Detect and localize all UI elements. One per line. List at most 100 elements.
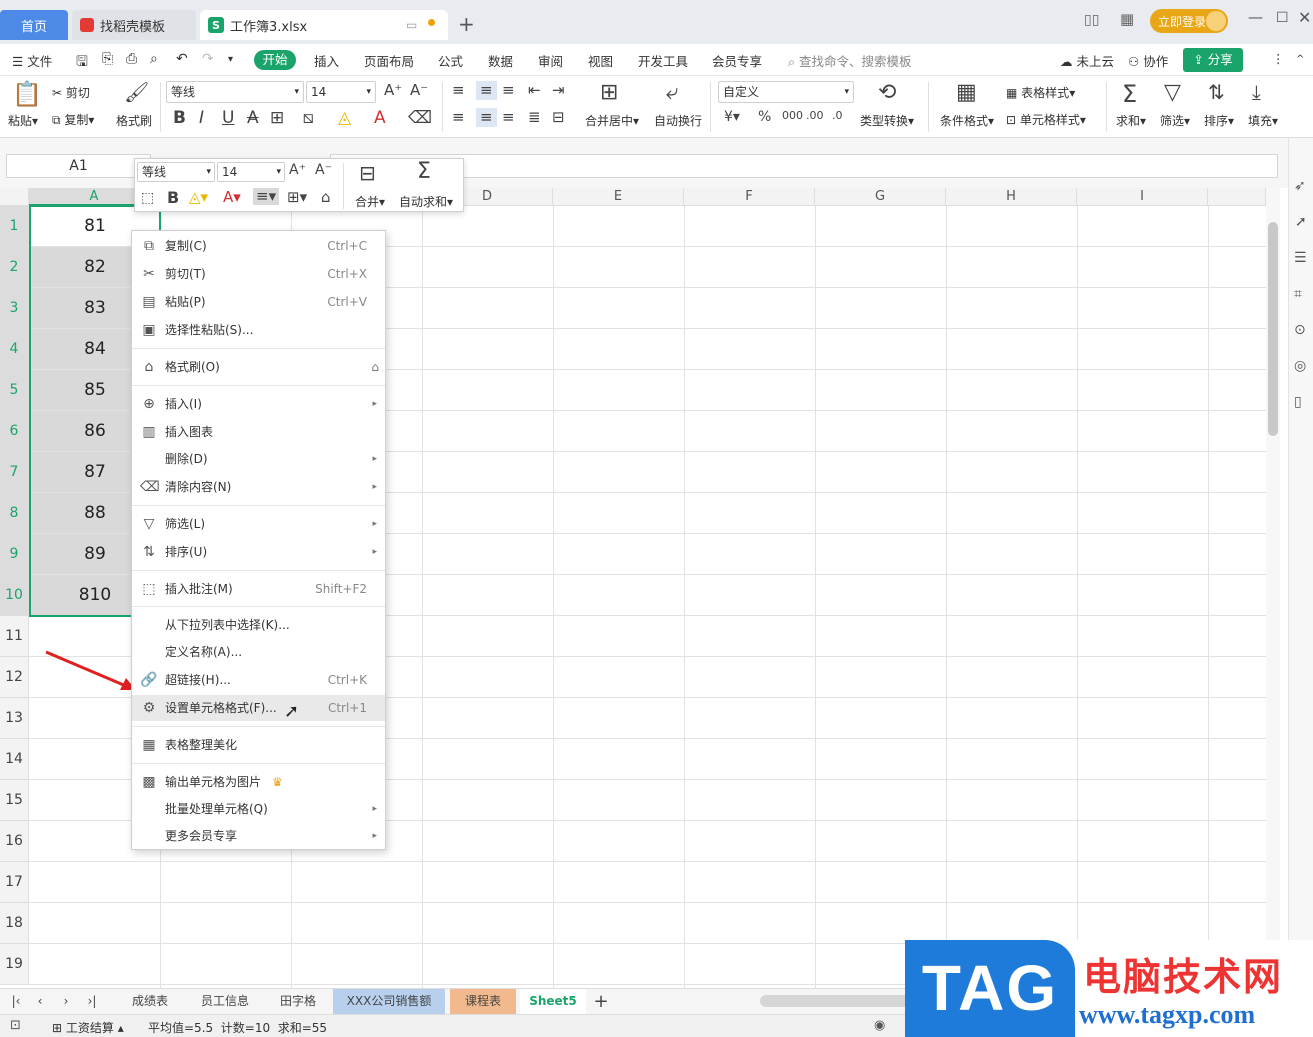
cloud-status[interactable]: ☁ 未上云 bbox=[1060, 51, 1114, 70]
menu-insert[interactable]: 插入 bbox=[314, 51, 339, 70]
row-header[interactable]: 6 bbox=[0, 411, 29, 452]
menu-item-clear[interactable]: ⌫ 清除内容(N) ▸ bbox=[132, 474, 385, 500]
merge-center-button[interactable]: 合并居中▾ bbox=[585, 112, 639, 129]
row-header[interactable]: 3 bbox=[0, 288, 29, 329]
copy-button[interactable]: ⧉ 复制▾ bbox=[52, 111, 94, 128]
sum-icon[interactable]: Σ bbox=[1122, 82, 1137, 106]
collab-button[interactable]: ⚇ 协作 bbox=[1128, 51, 1168, 70]
format-painter-icon[interactable]: 🖌 bbox=[124, 82, 149, 102]
menu-data[interactable]: 数据 bbox=[488, 51, 513, 70]
monitor-icon[interactable]: ▭ bbox=[406, 18, 417, 32]
fill-button[interactable]: 填充▾ bbox=[1248, 112, 1278, 129]
filter-button[interactable]: 筛选▾ bbox=[1160, 112, 1190, 129]
menu-item-format-cells[interactable]: ⚙ 设置单元格格式(F)... Ctrl+1 bbox=[132, 695, 385, 721]
sort-icon[interactable]: ⇅ bbox=[1208, 82, 1225, 102]
menu-item-beautify[interactable]: ▦ 表格整理美化 bbox=[132, 732, 385, 758]
menu-member[interactable]: 会员专享 bbox=[712, 51, 762, 70]
percent-icon[interactable]: % bbox=[758, 110, 771, 124]
mini-font-shrink-icon[interactable]: A⁻ bbox=[315, 163, 332, 177]
save-icon[interactable]: 🖫 bbox=[76, 51, 88, 75]
cut-button[interactable]: ✂ 剪切 bbox=[52, 84, 90, 101]
align-center-icon[interactable]: ≡ bbox=[476, 108, 497, 127]
conditional-format-icon[interactable]: ▦ bbox=[956, 82, 977, 104]
macro-button[interactable]: ⊞ 工资结算 ▴ bbox=[52, 1019, 124, 1036]
conditional-format-button[interactable]: 条件格式▾ bbox=[940, 112, 994, 129]
backup-icon[interactable]: ⊙ bbox=[1294, 322, 1306, 338]
export-icon[interactable]: ⎘ bbox=[102, 51, 113, 67]
minimize-icon[interactable]: — bbox=[1248, 8, 1263, 26]
cell-style-button[interactable]: ⊡ 单元格样式▾ bbox=[1006, 111, 1086, 128]
menu-item-insert[interactable]: ⊕ 插入(I) ▸ bbox=[132, 391, 385, 417]
pin-icon[interactable]: ⌂ bbox=[371, 354, 379, 380]
menu-item-insert-comment[interactable]: ⬚ 插入批注(M) Shift+F2 bbox=[132, 576, 385, 602]
type-convert-button[interactable]: 类型转换▾ bbox=[860, 112, 914, 129]
quick-access-more-icon[interactable]: ▾ bbox=[228, 54, 233, 65]
rocket-icon[interactable]: ➶ bbox=[1294, 178, 1306, 194]
increase-decimal-icon[interactable]: .00 bbox=[806, 110, 824, 121]
wrap-text-button[interactable]: 自动换行 bbox=[654, 112, 702, 129]
mini-font-grow-icon[interactable]: A⁺ bbox=[289, 163, 306, 177]
column-header-g[interactable]: G bbox=[815, 188, 946, 206]
mini-fill-color-icon[interactable]: ◬▾ bbox=[189, 190, 208, 205]
thousands-icon[interactable]: 000 bbox=[782, 110, 803, 121]
menu-developer[interactable]: 开发工具 bbox=[638, 51, 688, 70]
scroll-thumb[interactable] bbox=[1268, 222, 1278, 436]
undo-icon[interactable]: ↶ bbox=[176, 51, 188, 67]
align-middle-icon[interactable]: ≡ bbox=[476, 81, 497, 100]
bold-icon[interactable]: B bbox=[173, 110, 186, 127]
row-header[interactable]: 12 bbox=[0, 657, 29, 698]
tab-template-store[interactable]: 找稻壳模板 bbox=[72, 10, 196, 40]
menu-item-pick-from-list[interactable]: 从下拉列表中选择(K)... bbox=[132, 612, 385, 638]
align-bottom-icon[interactable]: ≡ bbox=[502, 83, 515, 98]
column-header-f[interactable]: F bbox=[684, 188, 815, 206]
currency-icon[interactable]: ¥▾ bbox=[724, 110, 740, 124]
menu-item-paste[interactable]: ▤ 粘贴(P) Ctrl+V bbox=[132, 289, 385, 315]
font-size-select[interactable]: 14 ▾ bbox=[306, 81, 376, 103]
next-sheet-icon[interactable]: › bbox=[58, 989, 74, 1014]
vertical-scrollbar[interactable] bbox=[1266, 188, 1280, 988]
sum-button[interactable]: 求和▾ bbox=[1116, 112, 1146, 129]
menu-view[interactable]: 视图 bbox=[588, 51, 613, 70]
menu-item-paste-special[interactable]: ▣ 选择性粘贴(S)... bbox=[132, 317, 385, 343]
font-grow-icon[interactable]: A⁺ bbox=[384, 83, 402, 98]
redo-icon[interactable]: ↷ bbox=[202, 51, 214, 67]
share-button[interactable]: ⇪ 分享 bbox=[1183, 48, 1243, 72]
mini-border-icon[interactable]: ⊞▾ bbox=[287, 190, 307, 205]
preview-icon[interactable]: ⌕ bbox=[150, 51, 158, 67]
sheet-tab[interactable]: 田字格 bbox=[268, 989, 328, 1014]
sort-button[interactable]: 排序▾ bbox=[1204, 112, 1234, 129]
crop-icon[interactable]: ⌗ bbox=[1294, 286, 1302, 302]
close-icon[interactable]: ✕ bbox=[1298, 8, 1311, 27]
row-header[interactable]: 17 bbox=[0, 862, 29, 903]
formula-input[interactable] bbox=[330, 154, 1278, 178]
row-header[interactable]: 9 bbox=[0, 534, 29, 575]
prev-sheet-icon[interactable]: ‹ bbox=[32, 989, 48, 1014]
font-name-select[interactable]: 等线 ▾ bbox=[166, 81, 304, 103]
row-header[interactable]: 18 bbox=[0, 903, 29, 944]
fill-style-icon[interactable]: ⧅ bbox=[303, 110, 314, 127]
mini-font-color-icon[interactable]: A▾ bbox=[223, 190, 241, 205]
mini-merge-button[interactable]: 合并▾ bbox=[355, 193, 385, 210]
row-header[interactable]: 11 bbox=[0, 616, 29, 657]
table-style-button[interactable]: ▦ 表格样式▾ bbox=[1006, 84, 1075, 101]
font-color-icon[interactable]: A bbox=[374, 110, 386, 127]
first-sheet-icon[interactable]: |‹ bbox=[8, 989, 24, 1014]
mini-merge-icon[interactable]: ⊟ bbox=[359, 163, 376, 183]
underline-icon[interactable]: U bbox=[222, 110, 234, 127]
mini-autosum-icon[interactable]: Σ bbox=[417, 161, 431, 183]
italic-icon[interactable]: I bbox=[199, 110, 204, 127]
menu-item-delete[interactable]: 删除(D) ▸ bbox=[132, 446, 385, 472]
fill-icon[interactable]: ⤓ bbox=[1252, 82, 1261, 102]
apps-grid-icon[interactable]: ▦ bbox=[1120, 10, 1134, 28]
distribute-icon[interactable]: ⊟ bbox=[552, 110, 565, 125]
row-header[interactable]: 4 bbox=[0, 329, 29, 370]
more-icon[interactable]: ⋮ bbox=[1272, 51, 1285, 66]
column-header-e[interactable]: E bbox=[553, 188, 684, 206]
sliders-icon[interactable]: ☰ bbox=[1294, 250, 1307, 266]
format-painter-button[interactable]: 格式刷 bbox=[116, 112, 152, 129]
menu-page-layout[interactable]: 页面布局 bbox=[364, 51, 414, 70]
row-header[interactable]: 15 bbox=[0, 780, 29, 821]
tab-workbook[interactable]: S 工作簿3.xlsx ▭ bbox=[200, 10, 448, 40]
row-header[interactable]: 8 bbox=[0, 493, 29, 534]
maximize-icon[interactable]: ☐ bbox=[1276, 10, 1289, 26]
